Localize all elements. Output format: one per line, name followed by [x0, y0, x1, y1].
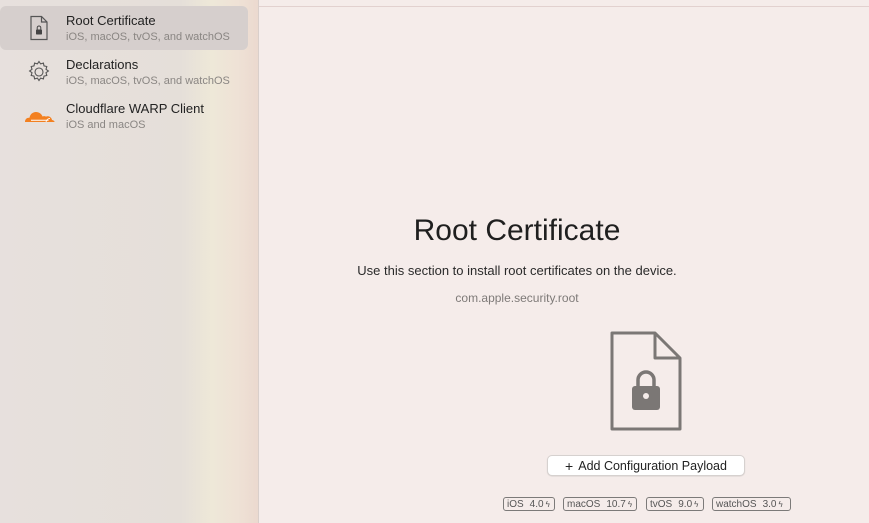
sidebar-item-subtitle: iOS, macOS, tvOS, and watchOS	[66, 31, 230, 43]
payload-description: Use this section to install root certifi…	[357, 263, 677, 278]
platform-badge-ios: iOS 4.0 ϟ	[503, 497, 555, 511]
platform-badge-watchos: watchOS 3.0 ϟ	[712, 497, 791, 511]
bolt-icon: ϟ	[778, 499, 783, 509]
bolt-icon: ϟ	[545, 499, 550, 509]
platform-badges: iOS 4.0 ϟ macOS 10.7 ϟ tvOS 9.0 ϟ watchO…	[259, 497, 869, 513]
certificate-document-icon	[22, 13, 56, 43]
platform-version: 9.0	[678, 498, 693, 510]
detail-pane: Root Certificate Use this section to ins…	[259, 0, 869, 523]
divider	[259, 6, 869, 7]
platform-name: iOS	[507, 498, 524, 510]
sidebar-item-title: Root Certificate	[66, 13, 156, 28]
platform-badge-tvos: tvOS 9.0 ϟ	[646, 497, 704, 511]
locked-document-icon	[610, 331, 682, 431]
platform-name: watchOS	[716, 498, 757, 510]
platform-name: tvOS	[650, 498, 673, 510]
payload-title: Root Certificate	[413, 214, 621, 247]
bolt-icon: ϟ	[627, 499, 633, 509]
sidebar-item-declarations[interactable]: Declarations iOS, macOS, tvOS, and watch…	[0, 50, 248, 94]
platform-version: 4.0	[529, 498, 544, 510]
cloudflare-logo-icon	[22, 101, 56, 131]
platform-version: 10.7	[606, 498, 626, 510]
sidebar-item-subtitle: iOS and macOS	[66, 119, 146, 131]
sidebar-item-title: Cloudflare WARP Client	[66, 101, 204, 116]
add-configuration-payload-button[interactable]: + Add Configuration Payload	[547, 455, 745, 476]
sidebar-item-title: Declarations	[66, 57, 139, 72]
gear-icon	[22, 57, 56, 87]
platform-name: macOS	[567, 498, 601, 510]
add-button-label: Add Configuration Payload	[578, 458, 727, 473]
payload-identifier: com.apple.security.root	[455, 291, 579, 305]
platform-version: 3.0	[762, 498, 777, 510]
sidebar-item-subtitle: iOS, macOS, tvOS, and watchOS	[66, 75, 230, 87]
bolt-icon: ϟ	[694, 499, 699, 509]
sidebar: Root Certificate iOS, macOS, tvOS, and w…	[0, 0, 259, 523]
sidebar-item-cloudflare-warp[interactable]: Cloudflare WARP Client iOS and macOS	[0, 94, 248, 138]
plus-icon: +	[565, 457, 574, 474]
sidebar-item-root-certificate[interactable]: Root Certificate iOS, macOS, tvOS, and w…	[0, 6, 248, 50]
platform-badge-macos: macOS 10.7 ϟ	[563, 497, 637, 511]
